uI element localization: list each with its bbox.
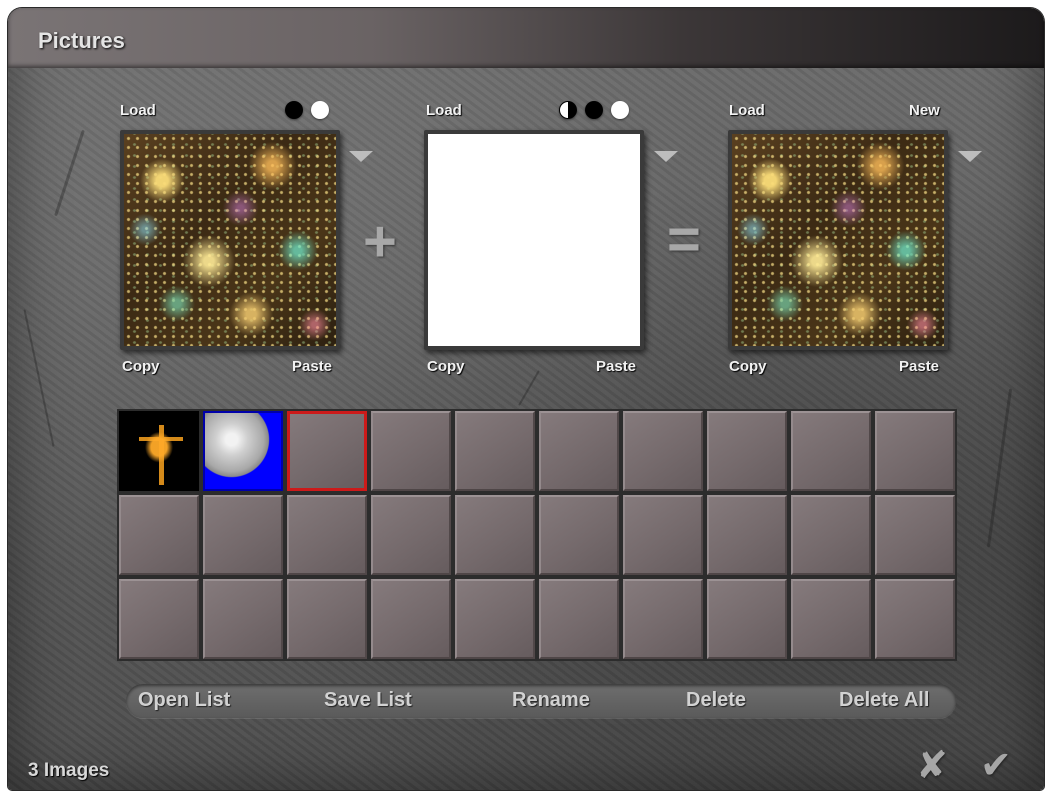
title-bar: Pictures	[8, 8, 1044, 68]
empty-thumbnail-slot[interactable]	[371, 495, 451, 575]
empty-thumbnail-slot[interactable]	[875, 411, 955, 491]
half-dot-icon[interactable]	[559, 101, 577, 119]
slot2-copy-button[interactable]: Copy	[427, 358, 465, 375]
slot2-dropdown-arrow-icon[interactable]	[654, 151, 678, 162]
stone-crack	[518, 370, 540, 406]
empty-thumbnail-slot[interactable]	[623, 579, 703, 659]
empty-thumbnail-slot[interactable]	[287, 495, 367, 575]
stone-crack	[54, 129, 85, 217]
slot3-new-button[interactable]: New	[909, 102, 940, 119]
stone-crack	[23, 309, 55, 447]
slot1-copy-button[interactable]: Copy	[122, 358, 160, 375]
slot2-paste-button[interactable]: Paste	[596, 358, 636, 375]
empty-thumbnail-slot[interactable]	[119, 495, 199, 575]
black-dot-icon[interactable]	[585, 101, 603, 119]
equals-operator-icon: =	[667, 207, 701, 272]
empty-thumbnail-slot[interactable]	[539, 411, 619, 491]
slot3-image-preview[interactable]	[728, 130, 948, 350]
list-button-bar: Open List Save List Rename Delete Delete…	[126, 684, 956, 718]
slot3-dropdown-arrow-icon[interactable]	[958, 151, 982, 162]
open-list-button[interactable]: Open List	[138, 689, 230, 712]
slot2-mode-selector[interactable]	[559, 101, 629, 119]
empty-thumbnail-slot[interactable]	[539, 579, 619, 659]
thumbnail-moon[interactable]	[203, 411, 283, 491]
slot1-dropdown-arrow-icon[interactable]	[349, 151, 373, 162]
stone-crack	[986, 388, 1013, 548]
empty-thumbnail-slot[interactable]	[707, 495, 787, 575]
empty-thumbnail-slot[interactable]	[791, 411, 871, 491]
empty-thumbnail-slot[interactable]	[875, 495, 955, 575]
empty-thumbnail-slot[interactable]	[791, 495, 871, 575]
empty-thumbnail-slot[interactable]	[707, 411, 787, 491]
delete-button[interactable]: Delete	[686, 689, 746, 712]
slot1-image-preview[interactable]	[120, 130, 340, 350]
empty-thumbnail-slot[interactable]	[791, 579, 871, 659]
empty-thumbnail-slot[interactable]	[455, 495, 535, 575]
empty-thumbnail-slot[interactable]	[371, 579, 451, 659]
white-dot-icon[interactable]	[311, 101, 329, 119]
slot3-load-button[interactable]: Load	[729, 102, 765, 119]
save-list-button[interactable]: Save List	[324, 689, 412, 712]
image-count-status: 3 Images	[28, 760, 110, 781]
empty-thumbnail-slot[interactable]	[623, 495, 703, 575]
rename-button[interactable]: Rename	[512, 689, 590, 712]
empty-thumbnail-slot[interactable]	[875, 579, 955, 659]
empty-thumbnail-slot[interactable]	[707, 579, 787, 659]
thumbnail-vitruvian-figure[interactable]	[119, 411, 199, 491]
empty-thumbnail-slot[interactable]	[203, 579, 283, 659]
slot1-paste-button[interactable]: Paste	[292, 358, 332, 375]
black-dot-icon[interactable]	[285, 101, 303, 119]
cancel-x-icon[interactable]: ✘	[916, 743, 948, 788]
slot1-load-button[interactable]: Load	[120, 102, 156, 119]
empty-thumbnail-slot[interactable]	[371, 411, 451, 491]
empty-thumbnail-slot[interactable]	[455, 579, 535, 659]
empty-thumbnail-slot[interactable]	[287, 579, 367, 659]
slot3-paste-button[interactable]: Paste	[899, 358, 939, 375]
slot3-copy-button[interactable]: Copy	[729, 358, 767, 375]
slot2-load-button[interactable]: Load	[426, 102, 462, 119]
thumbnail-starfield[interactable]	[287, 411, 367, 491]
pictures-window: Pictures Load Copy Paste + Load Copy Pas…	[8, 8, 1044, 790]
empty-thumbnail-slot[interactable]	[203, 495, 283, 575]
slot1-mode-selector[interactable]	[285, 101, 329, 119]
white-dot-icon[interactable]	[611, 101, 629, 119]
empty-thumbnail-slot[interactable]	[455, 411, 535, 491]
slot2-image-preview[interactable]	[424, 130, 644, 350]
window-title: Pictures	[38, 28, 125, 53]
plus-operator-icon: +	[363, 209, 397, 274]
empty-thumbnail-slot[interactable]	[119, 579, 199, 659]
delete-all-button[interactable]: Delete All	[839, 689, 929, 712]
ok-checkmark-icon[interactable]: ✔	[980, 743, 1012, 788]
empty-thumbnail-slot[interactable]	[623, 411, 703, 491]
image-library-grid	[117, 409, 957, 661]
empty-thumbnail-slot[interactable]	[539, 495, 619, 575]
